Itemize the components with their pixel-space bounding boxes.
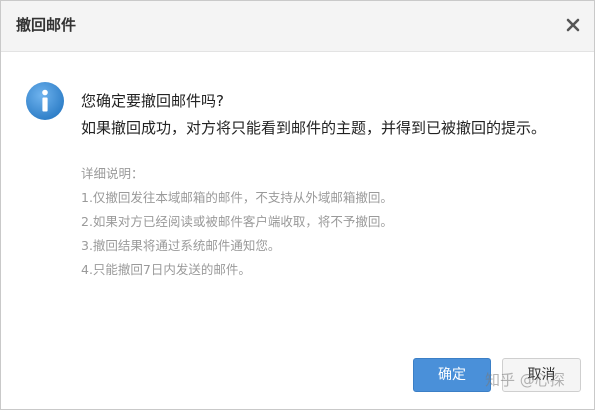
details-heading: 详细说明： bbox=[81, 166, 144, 181]
recall-explanation: 如果撤回成功，对方将只能看到邮件的主题，并得到已被撤回的提示。 bbox=[81, 119, 547, 137]
confirm-message: 您确定要撤回邮件吗? bbox=[81, 92, 224, 110]
detail-item: 4.只能撤回7日内发送的邮件。 bbox=[81, 262, 251, 277]
detail-item: 3.撤回结果将通过系统邮件通知您。 bbox=[81, 238, 281, 253]
confirm-button[interactable]: 确定 bbox=[413, 358, 491, 392]
info-icon bbox=[25, 81, 65, 121]
recall-email-dialog: 撤回邮件 您确定要撤回邮件吗? 如果撤回成功，对方将只能看到邮件的主题，并得到已… bbox=[0, 0, 595, 410]
detail-item: 1.仅撤回发往本域邮箱的邮件，不支持从外域邮箱撤回。 bbox=[81, 190, 393, 205]
dialog-titlebar: 撤回邮件 bbox=[1, 1, 594, 52]
details-section: 详细说明： 1.仅撤回发往本域邮箱的邮件，不支持从外域邮箱撤回。 2.如果对方已… bbox=[81, 162, 393, 282]
detail-item: 2.如果对方已经阅读或被邮件客户端收取，将不予撤回。 bbox=[81, 214, 393, 229]
cancel-button[interactable]: 取消 bbox=[502, 358, 581, 392]
dialog-title: 撤回邮件 bbox=[16, 16, 77, 34]
close-icon[interactable] bbox=[563, 15, 583, 35]
